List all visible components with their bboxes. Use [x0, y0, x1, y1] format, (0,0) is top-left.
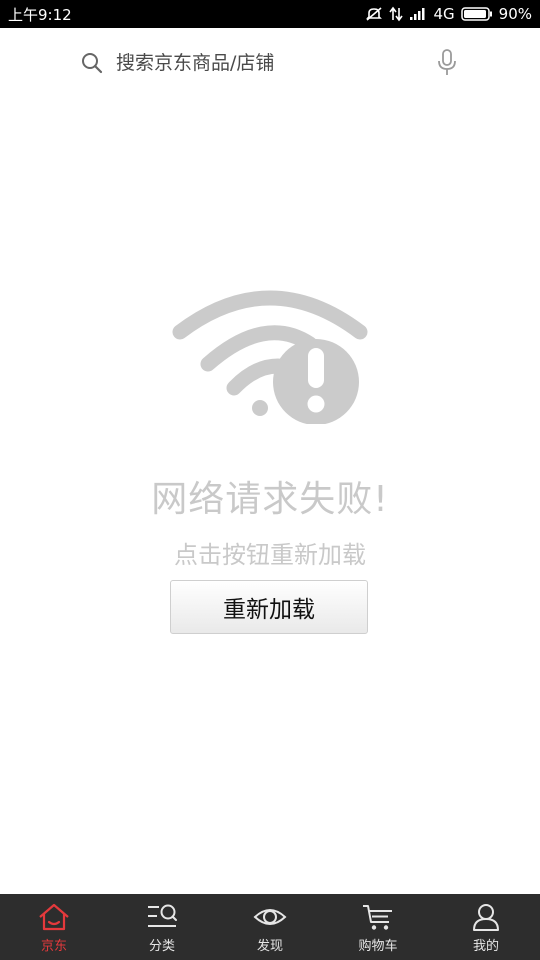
reload-button[interactable]: 重新加载	[170, 580, 368, 634]
home-icon	[39, 903, 69, 931]
category-icon	[148, 904, 177, 927]
tab-discover[interactable]: 发现	[220, 894, 320, 960]
tab-label: 京东	[40, 939, 67, 954]
search-box[interactable]	[66, 44, 474, 82]
search-header	[0, 28, 540, 98]
tab-label: 发现	[256, 939, 283, 954]
wifi-error-icon	[172, 290, 368, 424]
microphone-icon[interactable]	[436, 48, 458, 78]
battery-icon	[460, 7, 493, 21]
signal-icon	[409, 7, 427, 21]
error-subtitle: 点击按钮重新加载	[174, 541, 366, 569]
tab-home[interactable]: 京东	[4, 894, 104, 960]
user-icon	[473, 904, 499, 931]
tab-category[interactable]: 分类	[112, 894, 212, 960]
tab-label: 购物车	[358, 939, 398, 954]
battery-level: 90%	[498, 5, 532, 23]
bottom-tab-bar: 京东 分类 发现 购物车 我的	[0, 894, 540, 960]
status-time: 上午9:12	[8, 5, 72, 24]
mute-icon	[365, 6, 383, 22]
search-input[interactable]	[116, 48, 416, 78]
data-transfer-icon	[389, 6, 404, 22]
tab-profile[interactable]: 我的	[436, 894, 536, 960]
search-icon	[82, 53, 103, 74]
eye-icon	[253, 909, 287, 925]
status-bar: 上午9:12 4G 90%	[0, 0, 540, 28]
tab-label: 我的	[472, 939, 499, 954]
cart-icon	[363, 905, 392, 930]
tab-label: 分类	[148, 939, 175, 954]
tab-cart[interactable]: 购物车	[328, 894, 428, 960]
network-type: 4G	[433, 5, 455, 23]
status-icons: 4G 90%	[365, 5, 532, 23]
error-title: 网络请求失败!	[151, 479, 389, 520]
